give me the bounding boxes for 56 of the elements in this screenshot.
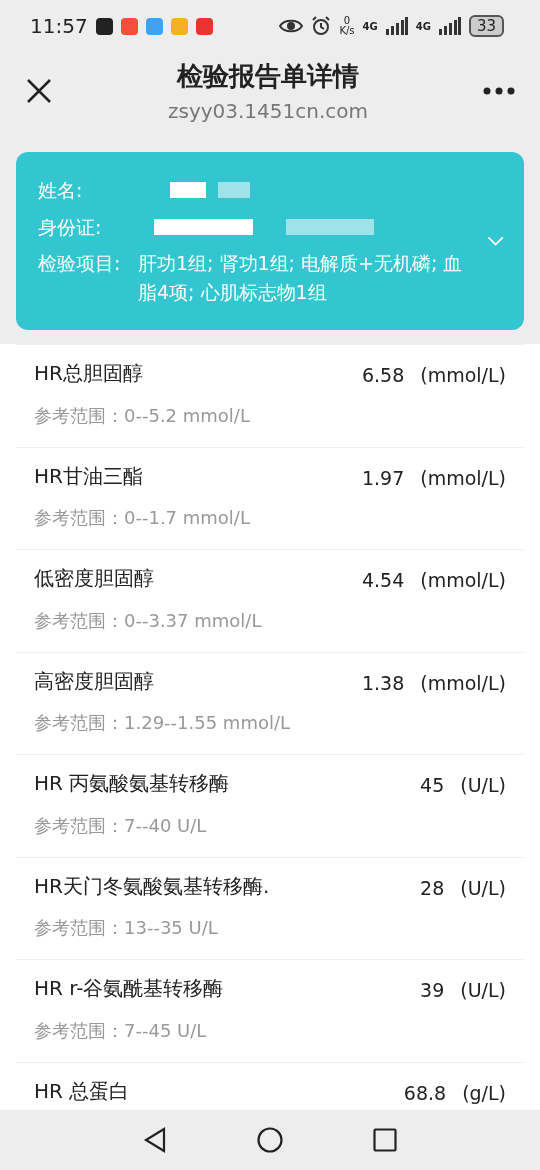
status-time: 11:57: [30, 13, 88, 40]
network-speed-value: 0: [343, 16, 351, 26]
test-unit: (mmol/L): [420, 363, 506, 388]
app-notification-icon: [170, 17, 188, 35]
battery-indicator: 33: [468, 15, 504, 37]
signal-icon: [438, 17, 461, 35]
test-name: HR r-谷氨酰基转移酶: [34, 976, 224, 1001]
reference-range: 参考范围：7--45 U/L: [34, 1018, 208, 1043]
test-unit: (U/L): [460, 978, 506, 1003]
reference-range: 参考范围：1.29--1.55 mmol/L: [34, 711, 292, 735]
reference-range: 参考范围：7--40 U/L: [34, 813, 208, 838]
eye-icon: [279, 18, 304, 34]
reference-range: 参考范围：0--1.7 mmol/L: [34, 506, 251, 530]
test-value: 45: [420, 773, 445, 798]
test-unit: (mmol/L): [420, 465, 506, 491]
field-label: 姓名:: [38, 178, 84, 203]
field-value: 肝功1组; 肾功1组; 电解质+无机磷; 血脂4项; 心肌标志物1组: [137, 251, 464, 305]
test-value: 4.54: [361, 568, 405, 593]
network-type: 4G: [362, 19, 378, 34]
signal-icon: [385, 17, 408, 35]
test-name: 高密度胆固醇: [34, 668, 154, 694]
app-notification-icon: [145, 17, 163, 35]
test-value: 6.58: [361, 363, 405, 388]
home-icon[interactable]: [257, 1127, 283, 1153]
app-notification-icon: [195, 17, 213, 35]
app-notification-icon: [95, 17, 113, 35]
more-icon[interactable]: [482, 86, 516, 96]
alarm-icon: [311, 16, 332, 36]
app-notification-icon: [120, 17, 138, 35]
test-value: 1.97: [361, 465, 405, 491]
network-speed-unit: K/s: [339, 26, 355, 36]
test-value: 39: [420, 978, 445, 1003]
reference-range: 参考范围：0--3.37 mmol/L: [34, 608, 263, 633]
test-name: 低密度胆固醇: [34, 566, 154, 591]
test-name: HR 丙氨酸氨基转移酶: [34, 771, 230, 796]
test-unit: (U/L): [460, 875, 506, 901]
field-label: 检验项目:: [38, 251, 122, 276]
recents-icon[interactable]: [373, 1128, 397, 1152]
test-unit: (U/L): [460, 773, 506, 798]
test-name: HR甘油三酯: [34, 463, 143, 489]
page-title: 检验报告单详情: [177, 59, 359, 93]
test-value: 1.38: [361, 670, 405, 696]
test-unit: (mmol/L): [420, 568, 506, 593]
back-icon[interactable]: [143, 1127, 167, 1153]
reference-range: 参考范围：13--35 U/L: [34, 916, 219, 940]
test-unit: (mmol/L): [420, 670, 506, 696]
test-unit: (g/L): [462, 1080, 506, 1106]
reference-range: 参考范围：0--5.2 mmol/L: [34, 403, 251, 428]
test-value: 28: [420, 875, 445, 901]
test-value: 68.8: [403, 1080, 447, 1106]
page-url: zsyy03.1451cn.com: [167, 97, 368, 125]
test-name: HR 总蛋白: [34, 1078, 130, 1104]
test-name: HR天门冬氨酸氨基转移酶.: [34, 873, 270, 899]
field-label: 身份证:: [38, 214, 103, 240]
network-type: 4G: [415, 19, 431, 34]
test-name: HR总胆固醇: [34, 361, 143, 386]
